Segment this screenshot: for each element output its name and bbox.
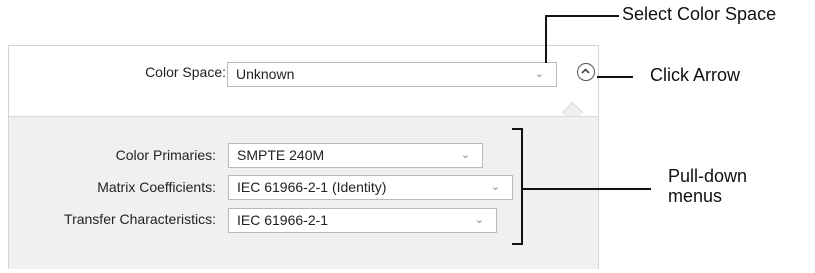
color-space-row: Color Space: Unknown ⌄ (9, 46, 598, 102)
transfer-characteristics-select[interactable]: IEC 61966-2-1 ⌄ (228, 208, 497, 233)
transfer-characteristics-label: Transfer Characteristics: (64, 211, 216, 227)
matrix-coefficients-label: Matrix Coefficients: (97, 179, 216, 195)
color-primaries-value: SMPTE 240M (237, 147, 325, 163)
bracket-line (521, 128, 523, 245)
callout-line (523, 188, 651, 190)
pulldown-line2: menus (668, 186, 723, 206)
chevron-down-icon: ⌄ (474, 214, 484, 226)
chevron-down-icon: ⌄ (460, 149, 470, 161)
transfer-characteristics-value: IEC 61966-2-1 (237, 212, 329, 228)
callout-line (545, 15, 619, 17)
matrix-coefficients-select[interactable]: IEC 61966-2-1 (Identity) ⌄ (228, 175, 513, 200)
advanced-settings-area: Color Primaries: SMPTE 240M ⌄ Matrix Coe… (9, 116, 598, 269)
color-primaries-select[interactable]: SMPTE 240M ⌄ (228, 143, 483, 168)
bracket-line (512, 243, 523, 245)
pulldown-menus-annotation: Pull-down menus (668, 166, 747, 206)
callout-line (597, 76, 633, 78)
chevron-up-icon (581, 68, 590, 74)
click-arrow-annotation: Click Arrow (650, 65, 741, 85)
callout-line (545, 15, 547, 63)
matrix-coefficients-value: IEC 61966-2-1 (Identity) (237, 179, 387, 195)
bracket-line (512, 128, 523, 130)
pulldown-line1: Pull-down (668, 166, 748, 186)
color-space-value: Unknown (236, 66, 295, 82)
color-space-label: Color Space: (145, 64, 226, 80)
select-color-space-annotation: Select Color Space (622, 4, 777, 24)
chevron-down-icon: ⌄ (534, 68, 544, 80)
color-space-panel: Color Space: Unknown ⌄ Color Primaries: … (8, 45, 599, 269)
collapse-arrow-button[interactable] (577, 63, 595, 81)
chevron-down-icon: ⌄ (490, 181, 500, 193)
color-space-select[interactable]: Unknown ⌄ (227, 62, 557, 87)
color-primaries-label: Color Primaries: (115, 147, 216, 163)
